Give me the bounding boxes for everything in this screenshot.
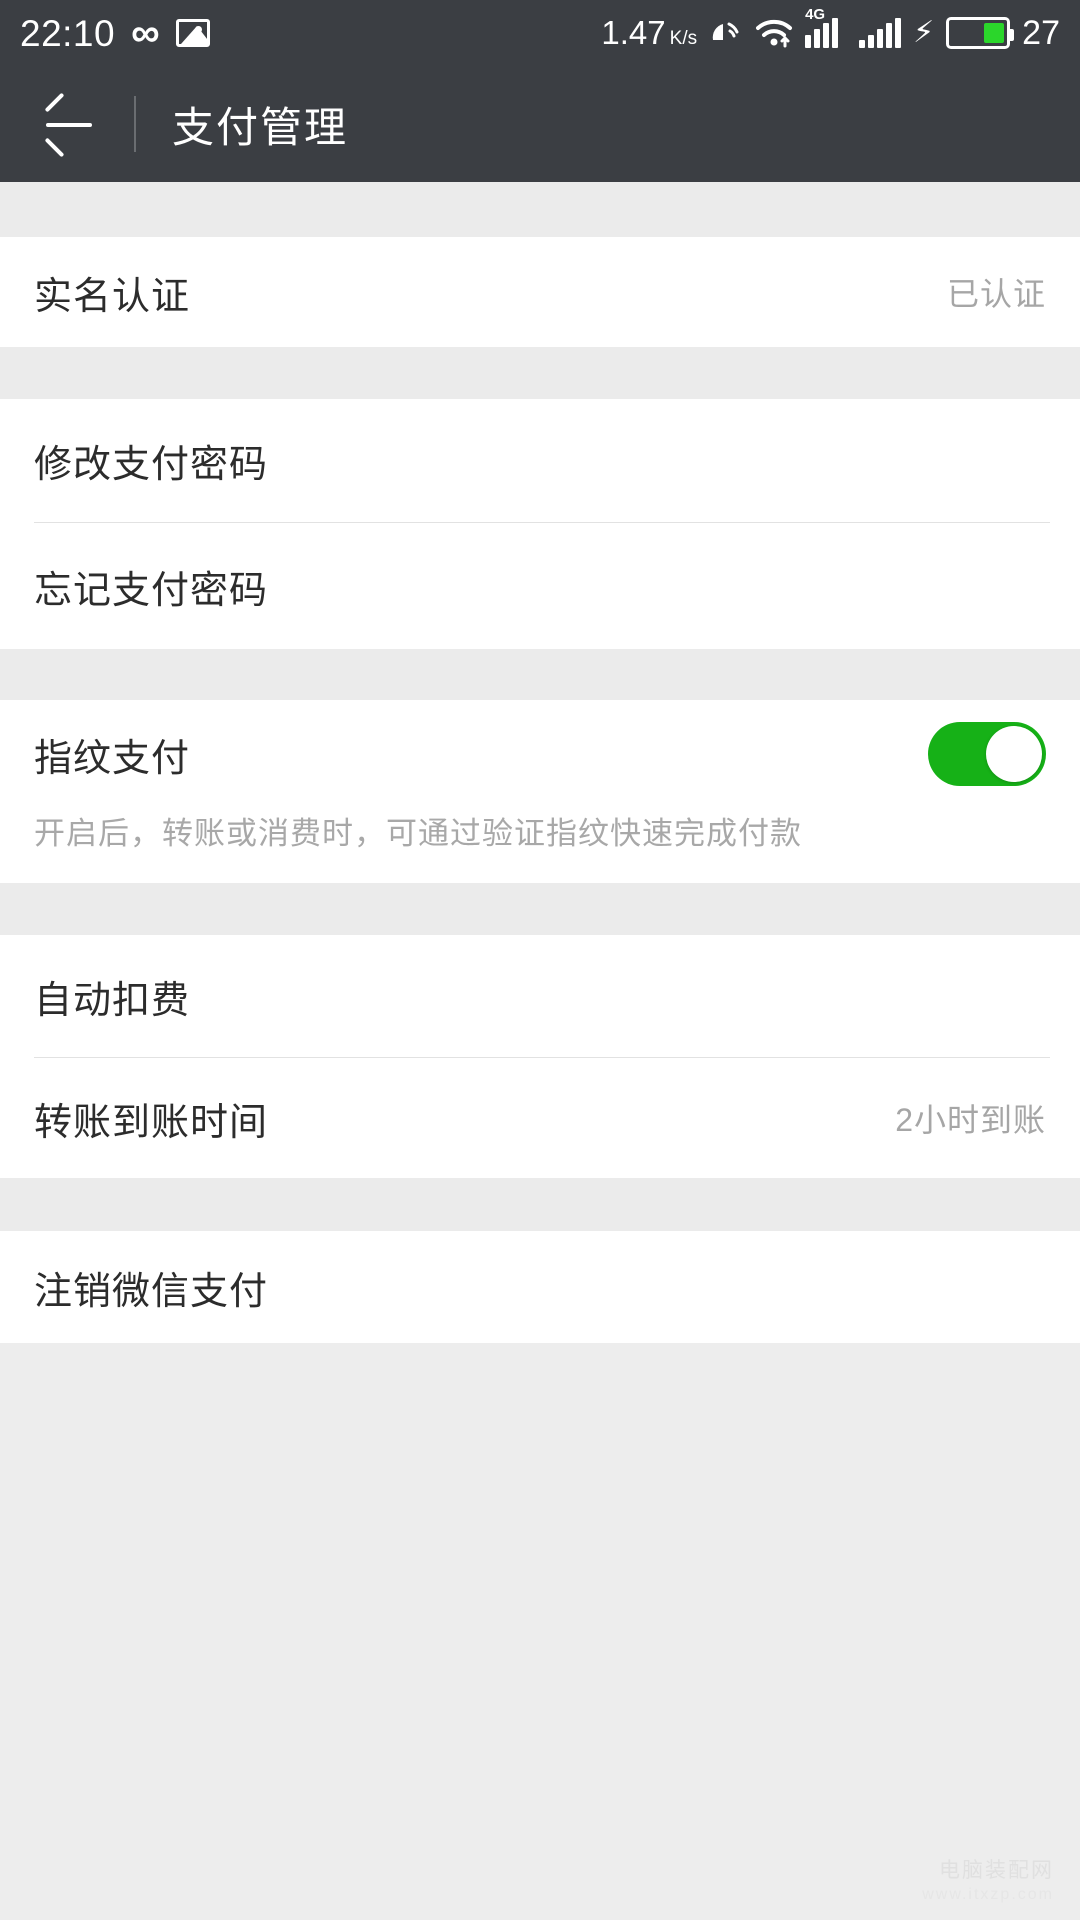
section-transfer: 自动扣费 转账到账时间 2小时到账 (0, 935, 1080, 1178)
wifi-icon (755, 18, 793, 48)
status-bar-clock: 22:10 (20, 12, 116, 54)
app-header: 支付管理 (0, 66, 1080, 182)
sim1-signal-icon: 4G (805, 6, 847, 48)
status-bar-right: 1.47 K/s 4G ⚡ 27 (601, 6, 1060, 53)
row-label: 指纹支付 (34, 737, 191, 780)
row-value: 已认证 (946, 276, 1046, 312)
hotspot-icon (709, 18, 743, 48)
section-cancel: 注销微信支付 (0, 1231, 1080, 1343)
section-gap (0, 883, 1080, 935)
watermark: 电脑装配网 www.itxzp.com (922, 1854, 1054, 1904)
infinity-icon: ∞ (131, 11, 160, 55)
row-label: 注销微信支付 (34, 1270, 269, 1313)
fingerprint-description: 开启后，转账或消费时，可通过验证指纹快速完成付款 (34, 816, 802, 851)
fingerprint-payment-toggle[interactable] (928, 722, 1046, 786)
row-cancel-wechat-pay[interactable]: 注销微信支付 (0, 1231, 1080, 1343)
battery-percent: 27 (1022, 13, 1060, 52)
network-speed: 1.47 K/s (601, 14, 697, 52)
section-gap (0, 347, 1080, 399)
row-fingerprint-payment[interactable]: 指纹支付 (34, 700, 1046, 808)
row-label: 修改支付密码 (34, 444, 269, 486)
page-title: 支付管理 (172, 103, 349, 151)
toggle-knob (986, 726, 1042, 782)
section-gap (0, 182, 1080, 237)
phone-screen: 22:10 ∞ 1.47 K/s 4G ⚡ 27 支付管理 实名认证 已认证 修… (0, 0, 1080, 1920)
sim2-signal-icon (859, 18, 902, 48)
row-forgot-payment-password[interactable]: 忘记支付密码 (0, 523, 1080, 649)
row-real-name-verification[interactable]: 实名认证 已认证 (0, 237, 1080, 347)
battery-icon (946, 17, 1015, 49)
row-value: 2小时到账 (895, 1102, 1046, 1138)
status-bar: 22:10 ∞ 1.47 K/s 4G ⚡ 27 (0, 0, 1080, 66)
row-label: 自动扣费 (34, 979, 191, 1022)
row-label: 转账到账时间 (34, 1101, 269, 1144)
fingerprint-block: 指纹支付 开启后，转账或消费时，可通过验证指纹快速完成付款 (0, 700, 1080, 883)
row-label: 忘记支付密码 (34, 569, 269, 612)
header-divider (134, 96, 136, 152)
section-gap (0, 649, 1080, 700)
charging-bolt-icon: ⚡ (913, 16, 935, 49)
section-password: 修改支付密码 忘记支付密码 (0, 399, 1080, 649)
section-gap (0, 1178, 1080, 1231)
photo-icon (175, 19, 210, 47)
section-verification: 实名认证 已认证 (0, 237, 1080, 347)
row-label: 实名认证 (34, 275, 191, 318)
row-change-payment-password[interactable]: 修改支付密码 (0, 399, 1080, 522)
row-transfer-arrival-time[interactable]: 转账到账时间 2小时到账 (0, 1058, 1080, 1178)
sim1-network-label: 4G (805, 6, 826, 23)
watermark-name: 电脑装配网 (939, 1859, 1054, 1882)
watermark-url: www.itxzp.com (922, 1886, 1054, 1903)
row-auto-deduction[interactable]: 自动扣费 (0, 935, 1080, 1057)
status-bar-left: 22:10 ∞ (20, 13, 210, 53)
network-speed-unit: K/s (669, 28, 698, 49)
back-arrow-icon[interactable] (40, 92, 98, 158)
section-fingerprint: 指纹支付 开启后，转账或消费时，可通过验证指纹快速完成付款 (0, 700, 1080, 883)
network-speed-value: 1.47 (601, 14, 666, 51)
